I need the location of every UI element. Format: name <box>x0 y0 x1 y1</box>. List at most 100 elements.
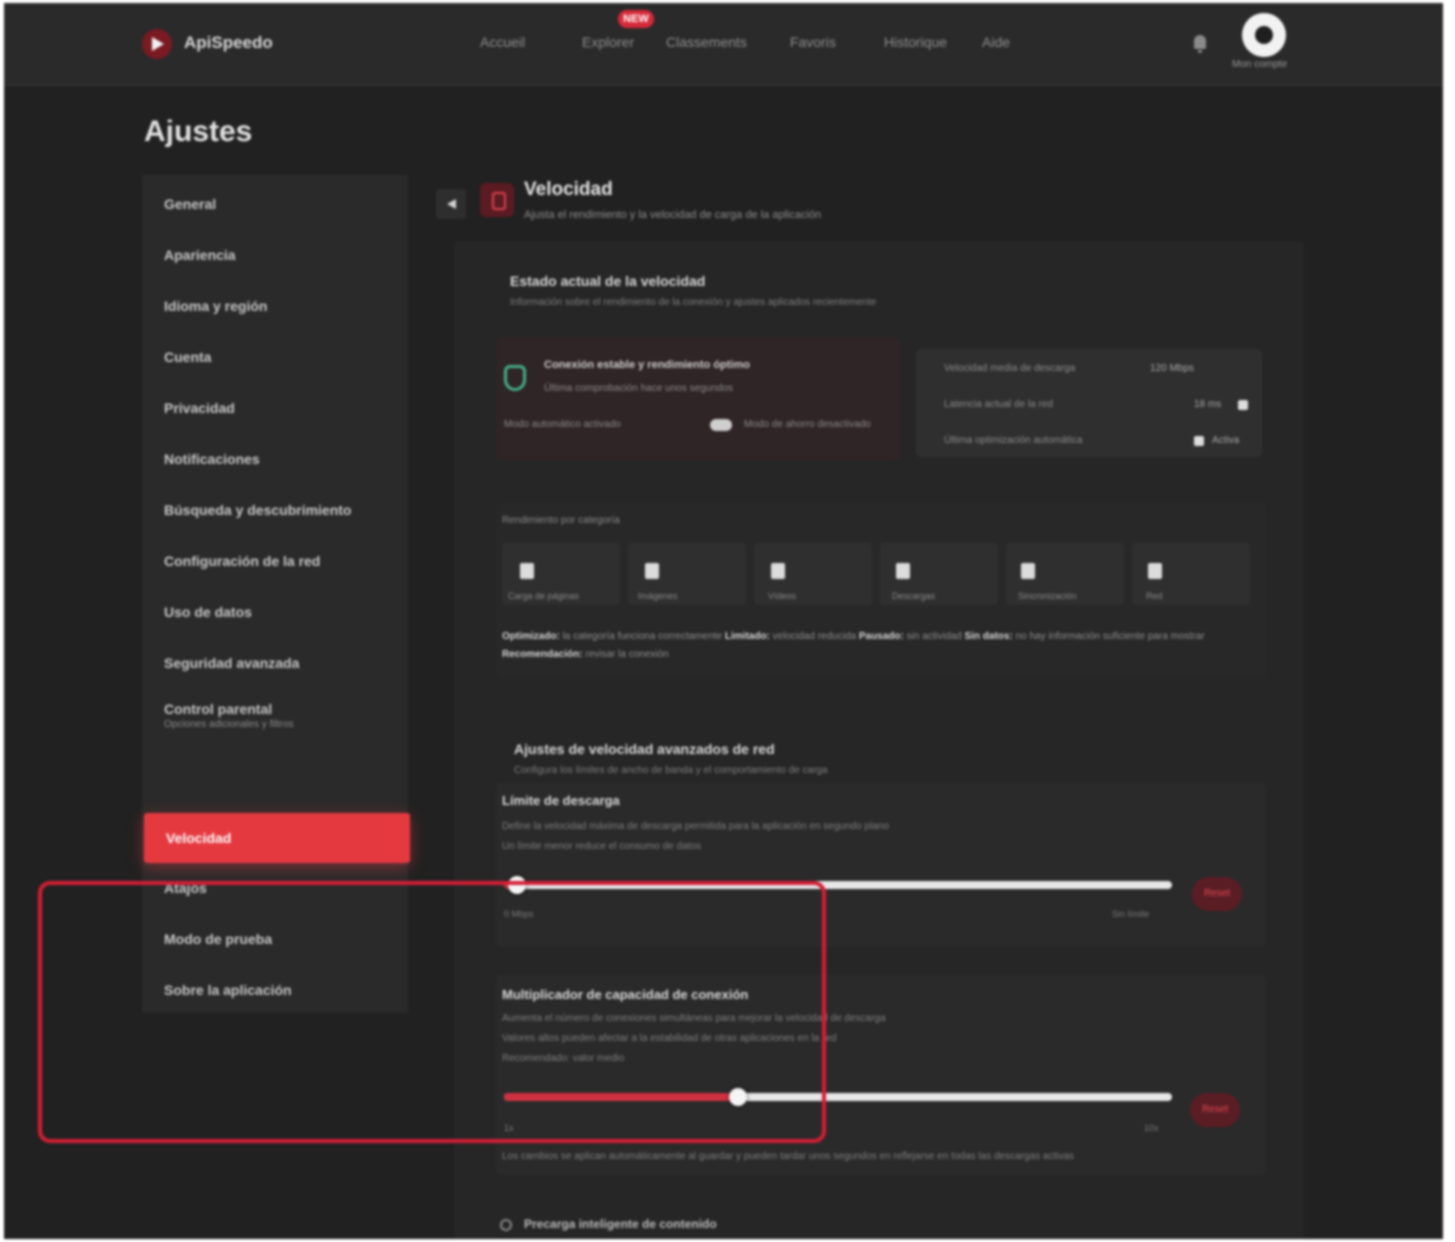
stats-legend-second: Recomendación: revisar la conexión <box>502 649 669 660</box>
connection-multiplier-desc-3: Recomendado: valor medio <box>502 1053 625 1064</box>
tuning-footnote: Los cambios se aplican automáticamente a… <box>502 1151 1075 1162</box>
download-limit-slider[interactable] <box>504 876 1172 894</box>
legend-strong: Limitado: <box>724 631 770 642</box>
latency-checkbox[interactable] <box>1238 400 1248 410</box>
stat-label: Descargas <box>892 591 936 601</box>
stat-label: Sincronización <box>1018 591 1077 601</box>
slider-min-label: 1x <box>504 1123 514 1133</box>
video-icon <box>771 563 785 579</box>
image-icon <box>645 563 659 579</box>
network-icon <box>1148 563 1162 579</box>
slider-min-label: 0 Mbps <box>504 909 534 919</box>
sidebar-item-network[interactable]: Configuración de la red <box>142 538 408 584</box>
sidebar-item-shortcuts[interactable]: Atajos <box>142 865 408 911</box>
stat-label: Carga de páginas <box>508 591 580 601</box>
tuning-block-title: Ajustes de velocidad avanzados de red <box>514 741 775 757</box>
download-limit-desc: Define la velocidad máxima de descarga p… <box>502 821 889 832</box>
slider-fill <box>504 1093 738 1101</box>
status-detail: Última comprobación hace unos segundos <box>544 383 733 394</box>
sidebar-item-speed[interactable]: Velocidad <box>144 813 410 863</box>
back-button[interactable] <box>436 189 466 219</box>
sidebar-item-about[interactable]: Sobre la aplicación <box>142 967 408 1013</box>
connection-multiplier-desc-2: Valores altos pueden afectar a la estabi… <box>502 1033 837 1044</box>
avatar-caption[interactable]: Mon compte <box>1232 59 1287 70</box>
new-badge: NEW <box>618 10 654 28</box>
speed-icon <box>480 183 514 217</box>
slider-max-label: Sin límite <box>1112 909 1150 919</box>
legend-text: la categoría funciona correctamente <box>562 631 723 642</box>
info-row-label: Última optimización automática <box>944 435 1083 446</box>
info-row-value: Activa <box>1212 435 1240 446</box>
stat-label: Imágenes <box>638 591 678 601</box>
stats-title: Rendimiento por categoría <box>502 515 620 526</box>
sidebar-item-advanced-security[interactable]: Seguridad avanzada <box>142 640 408 686</box>
legend-text: revisar la conexión <box>585 649 669 660</box>
sidebar-item-privacy[interactable]: Privacidad <box>142 385 408 431</box>
download-limit-desc-2: Un límite menor reduce el consumo de dat… <box>502 841 701 852</box>
sidebar-item-notifications[interactable]: Notificaciones <box>142 436 408 482</box>
stat-label: Vídeos <box>768 591 797 601</box>
section-subtitle: Ajusta el rendimiento y la velocidad de … <box>524 209 822 221</box>
info-row-label: Latencia actual de la red <box>944 399 1053 410</box>
legend-strong: Recomendación: <box>502 649 583 660</box>
sidebar-item-language[interactable]: Idioma y región <box>142 283 408 329</box>
connection-multiplier-desc: Aumenta el número de conexiones simultán… <box>502 1013 886 1024</box>
info-row-value: 18 ms <box>1194 399 1222 410</box>
status-headline: Conexión estable y rendimiento óptimo <box>544 359 750 371</box>
reset-button[interactable]: Reset <box>1192 877 1242 911</box>
sidebar-item-search[interactable]: Búsqueda y descubrimiento <box>142 487 408 533</box>
status-card <box>496 337 900 461</box>
info-row-value: 120 Mbps <box>1150 363 1194 374</box>
bell-icon[interactable] <box>1194 35 1206 53</box>
legend-strong: Pausado: <box>858 631 904 642</box>
sidebar-item-parental-control[interactable]: Control parental Opciones adicionales y … <box>142 691 408 743</box>
reset-button[interactable]: Reset <box>1190 1093 1240 1127</box>
settings-sidebar: General Apariencia Idioma y región Cuent… <box>142 175 410 1013</box>
nav-item-explore[interactable]: Explorer <box>582 34 634 50</box>
status-block-desc: Información sobre el rendimiento de la c… <box>510 297 877 308</box>
page-title: Ajustes <box>144 115 253 148</box>
sidebar-item-general[interactable]: General <box>142 181 408 227</box>
nav-item-rankings[interactable]: Classements <box>666 34 747 50</box>
sidebar-item-appearance[interactable]: Apariencia <box>142 232 408 278</box>
status-footer-right: Modo de ahorro desactivado <box>744 419 871 430</box>
nav-item-history[interactable]: Historique <box>884 34 947 50</box>
slider-thumb[interactable] <box>728 1088 747 1106</box>
download-limit-title: Límite de descarga <box>502 793 620 808</box>
download-icon <box>896 563 910 579</box>
info-row-label: Velocidad media de descarga <box>944 363 1076 374</box>
nav-item-favorites[interactable]: Favoris <box>790 34 836 50</box>
main-nav: Accueil Explorer Classements Favoris His… <box>4 34 1443 58</box>
sidebar-item-account[interactable]: Cuenta <box>142 334 408 380</box>
legend-text: sin actividad <box>906 631 962 642</box>
slider-max-label: 10x <box>1144 1123 1159 1133</box>
info-icon <box>500 1219 512 1231</box>
shield-icon <box>504 365 526 391</box>
connection-multiplier-card <box>496 975 1266 1175</box>
page-load-icon <box>520 563 534 579</box>
sidebar-item-test-mode[interactable]: Modo de prueba <box>142 916 408 962</box>
nav-item-help[interactable]: Aide <box>982 34 1010 50</box>
section-title: Velocidad <box>524 179 613 200</box>
status-footer-left: Modo automático activado <box>504 419 621 430</box>
legend-text: no hay información suficiente para mostr… <box>1015 631 1205 642</box>
legend-text: velocidad reducida <box>772 631 857 642</box>
sync-icon <box>1021 563 1035 579</box>
stats-legend: Optimizado: la categoría funciona correc… <box>502 631 1205 642</box>
avatar[interactable] <box>1242 13 1286 57</box>
top-navigation-bar: ApiSpeedo Accueil Explorer Classements F… <box>4 3 1443 86</box>
connection-multiplier-slider[interactable] <box>504 1088 1172 1106</box>
connection-multiplier-title: Multiplicador de capacidad de conexión <box>502 987 749 1002</box>
app-window: ApiSpeedo Accueil Explorer Classements F… <box>4 3 1443 1239</box>
stat-label: Red <box>1146 591 1163 601</box>
legend-strong: Optimizado: <box>502 631 560 642</box>
preload-row-title[interactable]: Precarga inteligente de contenido <box>524 1217 717 1231</box>
nav-item-home[interactable]: Accueil <box>480 34 525 50</box>
tuning-block-desc: Configura los límites de ancho de banda … <box>514 765 828 776</box>
optimization-checkbox[interactable] <box>1194 436 1204 446</box>
sidebar-item-label: Control parental <box>164 701 273 717</box>
status-block-title: Estado actual de la velocidad <box>510 273 706 289</box>
legend-strong: Sin datos: <box>964 631 1013 642</box>
auto-mode-toggle[interactable] <box>710 419 732 431</box>
sidebar-item-data-usage[interactable]: Uso de datos <box>142 589 408 635</box>
